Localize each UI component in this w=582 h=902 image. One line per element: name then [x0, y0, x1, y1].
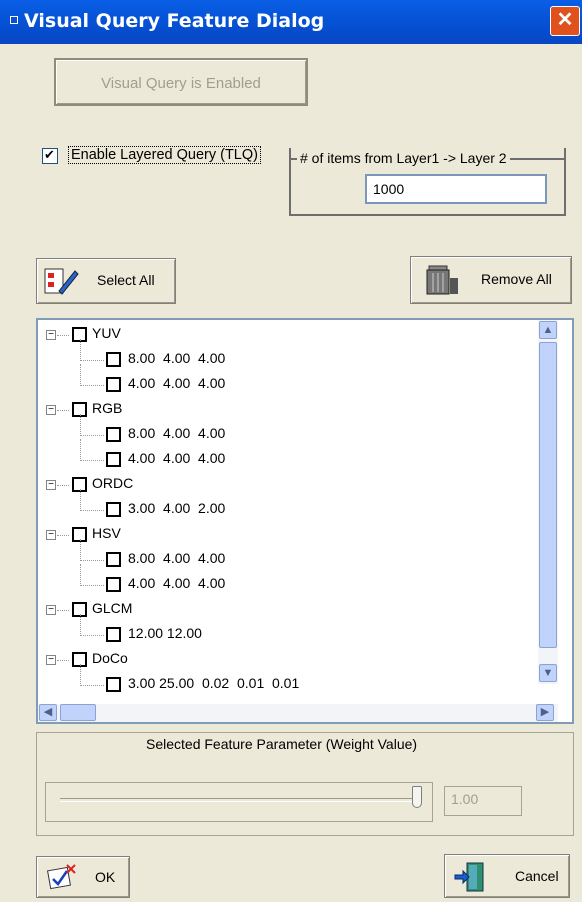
tree-connector: [80, 435, 104, 436]
tree-connector: [57, 610, 69, 611]
collapse-icon[interactable]: −: [46, 480, 56, 490]
ok-label: OK: [95, 869, 116, 885]
tree-connector: [80, 360, 104, 361]
scroll-right-icon[interactable]: ▶: [536, 704, 554, 721]
group-label: HSV: [92, 525, 121, 541]
exit-door-icon: [454, 862, 484, 892]
visual-query-enabled-button[interactable]: Visual Query is Enabled: [54, 58, 308, 106]
group-label: YUV: [92, 325, 121, 341]
layer-items-label: # of items from Layer1 -> Layer 2: [297, 150, 510, 166]
item-checkbox[interactable]: [106, 352, 121, 367]
tree-connector: [80, 685, 104, 686]
group-label: GLCM: [92, 600, 133, 616]
ok-button[interactable]: OK: [36, 856, 130, 898]
item-checkbox[interactable]: [106, 502, 121, 517]
feature-tree[interactable]: − YUV 8.00 4.00 4.00 4.00 4.00 4.00 − RGB 8.00…: [36, 318, 574, 724]
tree-connector: [80, 510, 104, 511]
tree-connector: [80, 364, 81, 386]
item-values: 8.00 4.00 4.00: [128, 550, 226, 566]
layer-items-input[interactable]: 1000: [365, 174, 547, 204]
tree-connector: [80, 339, 81, 361]
item-checkbox[interactable]: [106, 377, 121, 392]
item-values: 4.00 4.00 4.00: [128, 450, 226, 466]
item-checkbox[interactable]: [106, 427, 121, 442]
collapse-icon[interactable]: −: [46, 605, 56, 615]
group-label: ORDC: [92, 475, 134, 491]
item-checkbox[interactable]: [106, 577, 121, 592]
select-all-label: Select All: [97, 272, 155, 288]
select-all-button[interactable]: Select All: [36, 258, 176, 304]
horizontal-scrollbar[interactable]: ◀ ▶: [38, 704, 558, 722]
tree-connector: [80, 414, 81, 436]
item-checkbox[interactable]: [106, 627, 121, 642]
tree-connector: [80, 635, 104, 636]
remove-all-button[interactable]: Remove All: [410, 256, 572, 304]
group-label: DoCo: [92, 650, 128, 666]
tree-connector: [80, 560, 104, 561]
enable-layered-query-label[interactable]: Enable Layered Query (TLQ): [68, 146, 261, 164]
item-values: 3.00 4.00 2.00: [128, 500, 226, 516]
window-icon: [10, 16, 18, 24]
weight-slider[interactable]: [45, 782, 433, 822]
tree-connector: [80, 614, 81, 636]
close-button[interactable]: ✕: [550, 6, 580, 36]
item-values: 3.00 25.00 0.02 0.01 0.01: [128, 675, 300, 691]
item-values: 8.00 4.00 4.00: [128, 350, 226, 366]
collapse-icon[interactable]: −: [46, 405, 56, 415]
trash-can-icon: [426, 265, 458, 295]
vertical-scrollbar[interactable]: ▲ ▼: [538, 320, 558, 684]
tree-connector: [80, 489, 81, 511]
collapse-icon[interactable]: −: [46, 530, 56, 540]
collapse-icon[interactable]: −: [46, 330, 56, 340]
remove-all-label: Remove All: [481, 271, 552, 287]
tree-connector: [80, 664, 81, 686]
tree-connector: [57, 485, 69, 486]
tree-connector: [57, 335, 69, 336]
item-values: 12.00 12.00: [128, 625, 202, 641]
scroll-thumb[interactable]: [539, 342, 557, 648]
tree-connector: [80, 460, 104, 461]
cancel-button[interactable]: Cancel: [444, 854, 570, 898]
item-checkbox[interactable]: [106, 677, 121, 692]
item-values: 8.00 4.00 4.00: [128, 425, 226, 441]
scroll-up-icon[interactable]: ▲: [539, 321, 557, 339]
weight-group-label: Selected Feature Parameter (Weight Value…: [140, 736, 424, 752]
scroll-left-icon[interactable]: ◀: [39, 704, 57, 721]
tree-connector: [80, 439, 81, 461]
item-checkbox[interactable]: [106, 552, 121, 567]
weight-value-field[interactable]: 1.00: [444, 786, 522, 816]
ok-check-icon: [47, 864, 76, 890]
tree-connector: [57, 535, 69, 536]
tree-connector: [80, 385, 104, 386]
horizontal-scroll-thumb[interactable]: [60, 704, 96, 721]
tree-connector: [57, 660, 69, 661]
item-checkbox[interactable]: [106, 452, 121, 467]
tree-connector: [57, 410, 69, 411]
window-title: Visual Query Feature Dialog: [24, 10, 325, 32]
tree-connector: [80, 585, 104, 586]
group-label: RGB: [92, 400, 123, 416]
tree-connector: [80, 539, 81, 561]
cancel-label: Cancel: [515, 868, 559, 884]
weight-slider-thumb[interactable]: [412, 786, 422, 808]
scroll-down-icon[interactable]: ▼: [539, 664, 557, 682]
item-values: 4.00 4.00 4.00: [128, 575, 226, 591]
item-values: 4.00 4.00 4.00: [128, 375, 226, 391]
select-all-icon: [44, 268, 79, 295]
collapse-icon[interactable]: −: [46, 655, 56, 665]
tree-connector: [80, 564, 81, 586]
enable-layered-query-checkbox[interactable]: [42, 147, 58, 164]
weight-slider-track: [60, 798, 420, 802]
